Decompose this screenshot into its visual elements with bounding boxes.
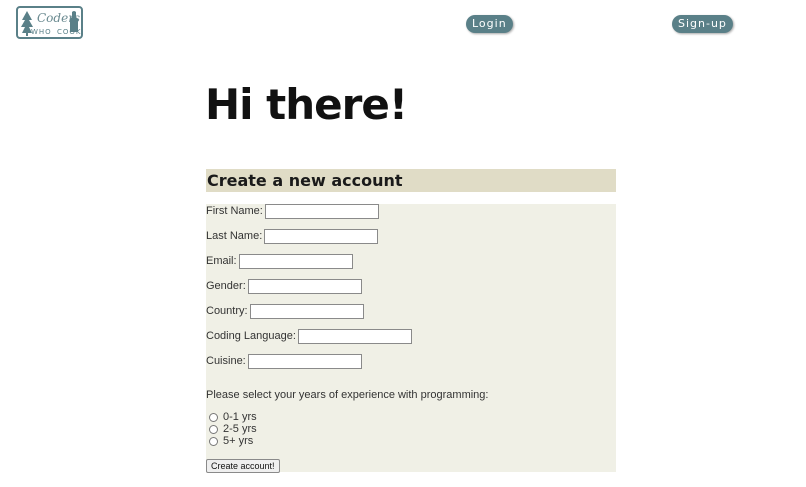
logo-cook-text: COOK	[57, 28, 82, 36]
last-name-field[interactable]	[264, 228, 379, 244]
experience-radio[interactable]	[209, 412, 218, 422]
login-button[interactable]: Login	[466, 15, 513, 33]
experience-option[interactable]: 2-5 yrs	[209, 423, 257, 435]
last-name-row: Last Name:	[206, 228, 379, 244]
gender-label: Gender:	[206, 280, 246, 292]
email-label: Email:	[206, 255, 237, 267]
gender-field[interactable]	[247, 278, 362, 294]
first-name-row: First Name:	[206, 203, 379, 219]
logo[interactable]: Coders WHO COOK	[16, 6, 83, 39]
experience-option[interactable]: 0-1 yrs	[209, 411, 257, 423]
first-name-field[interactable]	[264, 203, 379, 219]
last-name-label: Last Name:	[206, 230, 263, 242]
experience-radio[interactable]	[209, 424, 218, 434]
experience-radio[interactable]	[209, 436, 218, 446]
experience-option[interactable]: 5+ yrs	[209, 435, 253, 447]
email-row: Email:	[206, 253, 353, 269]
email-field[interactable]	[238, 253, 353, 269]
page-title: Hi there!	[205, 80, 408, 129]
country-row: Country:	[206, 303, 364, 319]
page: Coders WHO COOK Login Sign-up Hi there! …	[0, 0, 806, 487]
form-title: Create a new account	[206, 169, 616, 192]
experience-question: Please select your years of experience w…	[206, 389, 489, 401]
gender-row: Gender:	[206, 278, 362, 294]
coding-language-field[interactable]	[297, 328, 412, 344]
country-field[interactable]	[249, 303, 364, 319]
experience-option-label: 5+ yrs	[223, 435, 254, 447]
country-label: Country:	[206, 305, 248, 317]
coding-language-label: Coding Language:	[206, 330, 296, 342]
coding-language-row: Coding Language:	[206, 328, 412, 344]
signup-button[interactable]: Sign-up	[672, 15, 733, 33]
logo-who-text: WHO	[31, 28, 52, 36]
cuisine-row: Cuisine:	[206, 353, 362, 369]
signup-form: First Name: Last Name: Email: Gender: Co…	[206, 203, 616, 473]
first-name-label: First Name:	[206, 205, 263, 217]
cuisine-field[interactable]	[247, 353, 362, 369]
experience-option-label: 0-1 yrs	[223, 411, 257, 423]
create-account-button[interactable]: Create account!	[206, 459, 280, 473]
experience-option-label: 2-5 yrs	[223, 423, 257, 435]
cuisine-label: Cuisine:	[206, 355, 246, 367]
